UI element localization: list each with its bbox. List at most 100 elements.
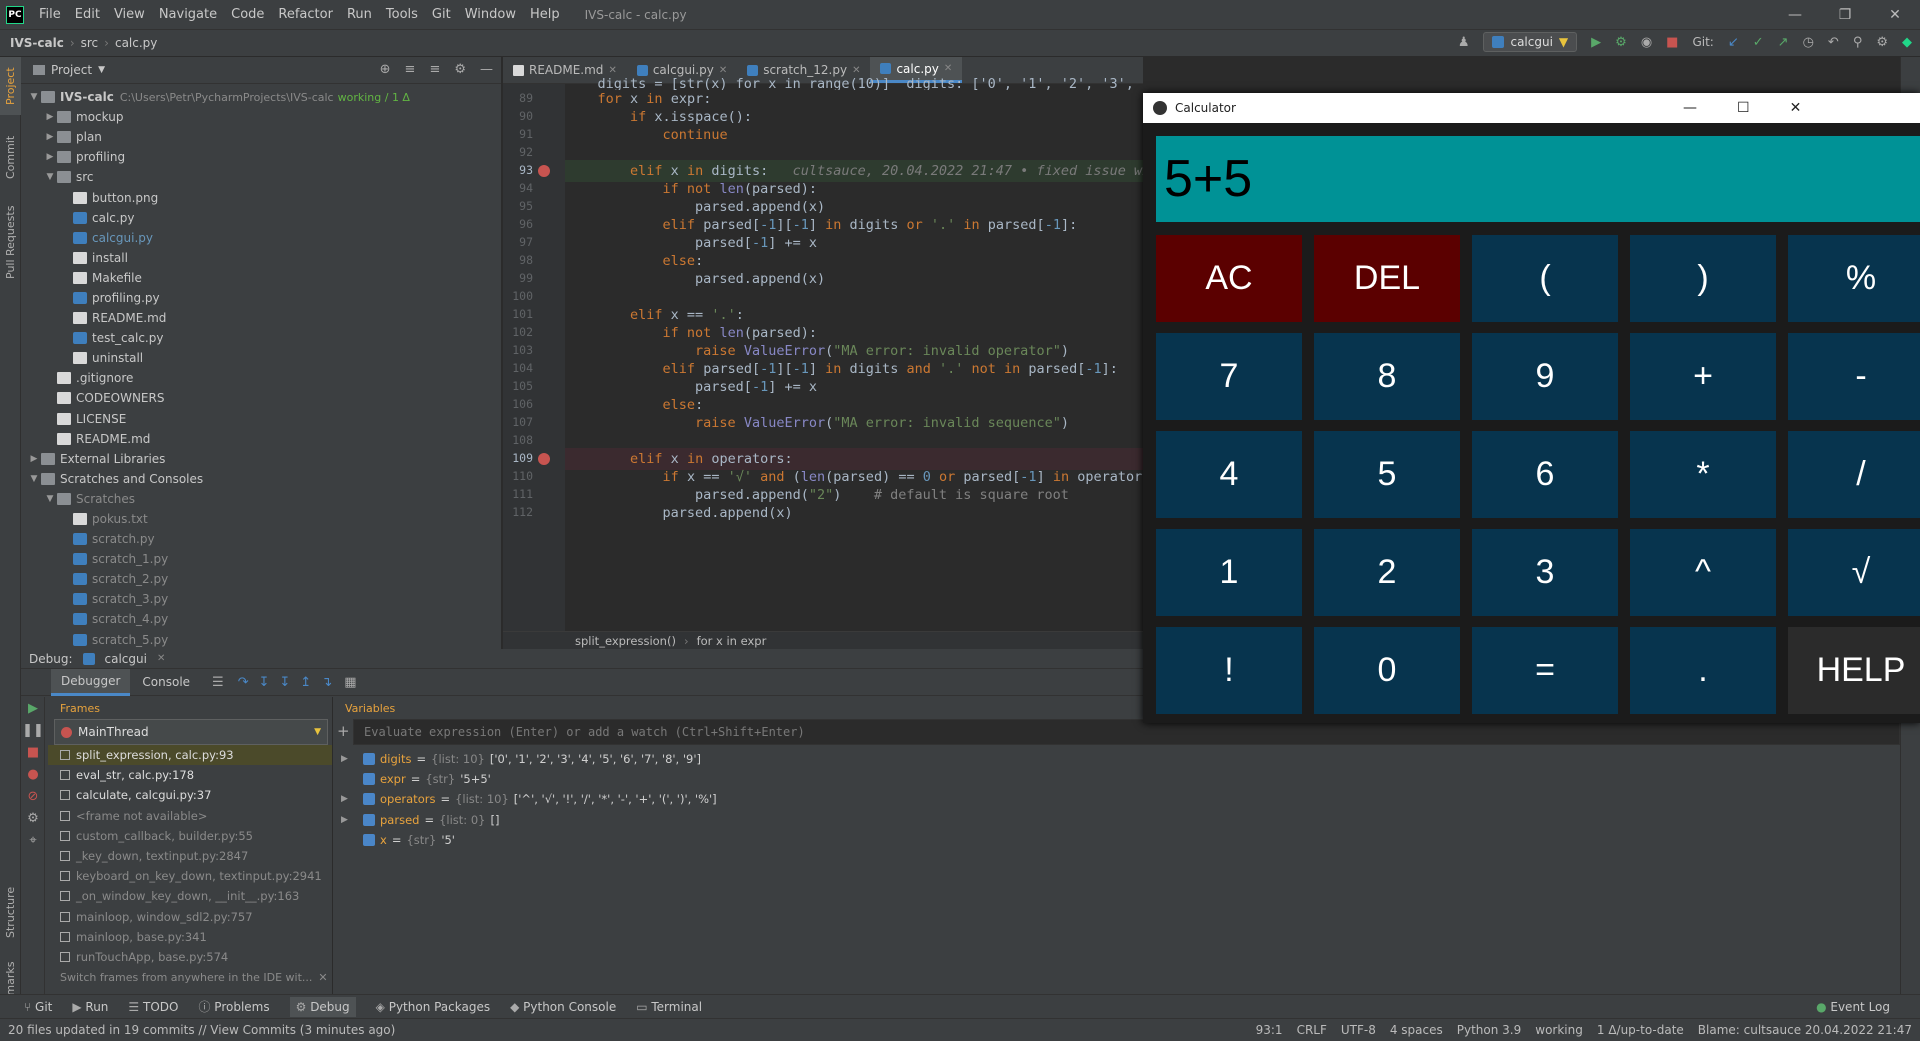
status-message[interactable]: 20 files updated in 19 commits // View C… [8, 1023, 395, 1037]
menu-file[interactable]: File [32, 7, 68, 22]
user-icon[interactable]: ♟ [1458, 35, 1470, 50]
calc-key[interactable]: ^ [1630, 529, 1776, 616]
stack-frame[interactable]: _on_window_key_down, __init__.py:163 [48, 886, 332, 906]
close-icon[interactable]: ✕ [1870, 0, 1920, 29]
jetbrains-icon[interactable]: ◆ [1902, 35, 1912, 50]
run-icon[interactable]: ▶ [1591, 35, 1601, 50]
breadcrumb-loop[interactable]: for x in expr [697, 634, 767, 648]
calc-key[interactable]: 2 [1314, 529, 1460, 616]
calc-key[interactable]: 6 [1472, 431, 1618, 518]
close-icon[interactable]: ✕ [944, 63, 952, 74]
history-icon[interactable]: ◷ [1803, 35, 1814, 50]
chevron-right-icon[interactable]: ▶ [341, 815, 348, 825]
tree-item[interactable]: README.md [21, 308, 501, 328]
project-title[interactable]: Project [51, 63, 92, 77]
tree-item[interactable]: scratch_3.py [21, 589, 501, 609]
calc-key[interactable]: 4 [1156, 431, 1302, 518]
breakpoint-icon[interactable] [538, 165, 550, 177]
event-log-button[interactable]: ● Event Log [1816, 1000, 1890, 1014]
variable-row[interactable]: x = {str} '5' [333, 830, 1900, 850]
calc-key[interactable]: 8 [1314, 333, 1460, 420]
coverage-icon[interactable]: ◉ [1641, 35, 1652, 50]
hide-icon[interactable]: — [480, 62, 493, 77]
maximize-icon[interactable]: ☐ [1737, 100, 1750, 116]
breadcrumb-file[interactable]: calc.py [115, 36, 157, 50]
tree-item[interactable]: calc.py [21, 208, 501, 228]
caret-position[interactable]: 93:1 [1256, 1023, 1283, 1037]
stack-frame[interactable]: <frame not available> [48, 806, 332, 826]
tab-debugger[interactable]: Debugger [51, 668, 131, 696]
calc-key[interactable]: ( [1472, 235, 1618, 322]
calc-key[interactable]: * [1630, 431, 1776, 518]
close-icon[interactable]: ✕ [157, 653, 165, 664]
close-icon[interactable]: ✕ [608, 65, 616, 76]
vtab-commit[interactable]: Commit [0, 127, 21, 187]
pause-icon[interactable]: ❚❚ [21, 719, 45, 741]
chevron-right-icon[interactable]: ▶ [341, 754, 348, 764]
interpreter[interactable]: Python 3.9 [1457, 1023, 1522, 1037]
vtab-pull-requests[interactable]: Pull Requests [0, 197, 21, 287]
stack-frame[interactable]: eval_str, calc.py:178 [48, 765, 332, 785]
indent-setting[interactable]: 4 spaces [1390, 1023, 1443, 1037]
menu-edit[interactable]: Edit [68, 7, 107, 22]
calc-key[interactable]: / [1788, 431, 1920, 518]
tree-item[interactable]: ▶ plan [21, 127, 501, 147]
expand-all-icon[interactable]: ≡ [405, 62, 416, 77]
git-update-icon[interactable]: ↙ [1728, 35, 1739, 50]
tree-item[interactable]: ▼ Scratches [21, 489, 501, 509]
menu-refactor[interactable]: Refactor [271, 7, 340, 22]
resume-icon[interactable]: ▶ [21, 697, 45, 719]
step-out-icon[interactable]: ↥ [300, 675, 311, 690]
breadcrumb-src[interactable]: src [81, 36, 99, 50]
breadcrumb-function[interactable]: split_expression() [575, 634, 676, 648]
calc-key[interactable]: = [1472, 627, 1618, 714]
tree-item[interactable]: ▼ src [21, 167, 501, 187]
step-into-icon[interactable]: ↧ [259, 675, 270, 690]
tree-item[interactable]: scratch.py [21, 529, 501, 549]
debug-icon[interactable]: ⚙ [1615, 35, 1627, 50]
pin-icon[interactable]: ⌖ [21, 829, 45, 851]
tool-window-git[interactable]: ⑂ Git [24, 1000, 52, 1014]
minimize-icon[interactable]: — [1770, 0, 1820, 29]
tree-item[interactable]: ▶ profiling [21, 147, 501, 167]
rollback-icon[interactable]: ↶ [1828, 35, 1839, 50]
stack-frame[interactable]: split_expression, calc.py:93 [48, 745, 332, 766]
restore-icon[interactable]: ❐ [1820, 0, 1870, 29]
tool-window-todo[interactable]: ☰ TODO [128, 1000, 178, 1014]
calc-key[interactable]: ! [1156, 627, 1302, 714]
table-icon[interactable]: ▦ [344, 675, 356, 690]
calc-key[interactable]: 0 [1314, 627, 1460, 714]
stack-frame[interactable]: _key_down, textinput.py:2847 [48, 846, 332, 866]
tree-item[interactable]: scratch_1.py [21, 549, 501, 569]
line-separator[interactable]: CRLF [1297, 1023, 1327, 1037]
tree-item[interactable]: ▼ IVS-calc C:\Users\Petr\PycharmProjects\I… [21, 87, 501, 107]
tree-item[interactable]: .gitignore [21, 368, 501, 388]
stack-frame[interactable]: mainloop, window_sdl2.py:757 [48, 907, 332, 927]
stack-frame[interactable]: calculate, calcgui.py:37 [48, 785, 332, 805]
blame-info[interactable]: Blame: cultsauce 20.04.2022 21:47 [1698, 1023, 1912, 1037]
calc-key[interactable]: . [1630, 627, 1776, 714]
tool-window-python-console[interactable]: ◆ Python Console [510, 1000, 616, 1014]
close-icon[interactable]: ✕ [1790, 100, 1802, 116]
calculator-titlebar[interactable]: Calculator — ☐ ✕ [1143, 93, 1920, 123]
tool-window-run[interactable]: ▶ Run [72, 1000, 108, 1014]
debug-session-tab[interactable]: calcgui [105, 652, 147, 666]
menu-view[interactable]: View [107, 7, 152, 22]
calc-key[interactable]: 5 [1314, 431, 1460, 518]
view-breakpoints-icon[interactable]: ● [21, 763, 45, 785]
menu-help[interactable]: Help [523, 7, 567, 22]
tool-window-problems[interactable]: ⓘ Problems [198, 998, 269, 1015]
vcs-status[interactable]: 1 Δ/up-to-date [1597, 1023, 1684, 1037]
stop-icon[interactable]: ■ [21, 741, 45, 763]
tree-item[interactable]: test_calc.py [21, 328, 501, 348]
calc-key[interactable]: DEL [1314, 235, 1460, 322]
run-config-select[interactable]: calcgui ▼ [1483, 32, 1578, 52]
stop-icon[interactable]: ■ [1666, 35, 1678, 50]
tree-item[interactable]: install [21, 248, 501, 268]
menu-tools[interactable]: Tools [379, 7, 425, 22]
menu-navigate[interactable]: Navigate [152, 7, 224, 22]
calc-key[interactable]: 9 [1472, 333, 1618, 420]
tree-item[interactable]: LICENSE [21, 409, 501, 429]
tree-item[interactable]: button.png [21, 187, 501, 207]
tree-item[interactable]: ▶ External Libraries [21, 449, 501, 469]
